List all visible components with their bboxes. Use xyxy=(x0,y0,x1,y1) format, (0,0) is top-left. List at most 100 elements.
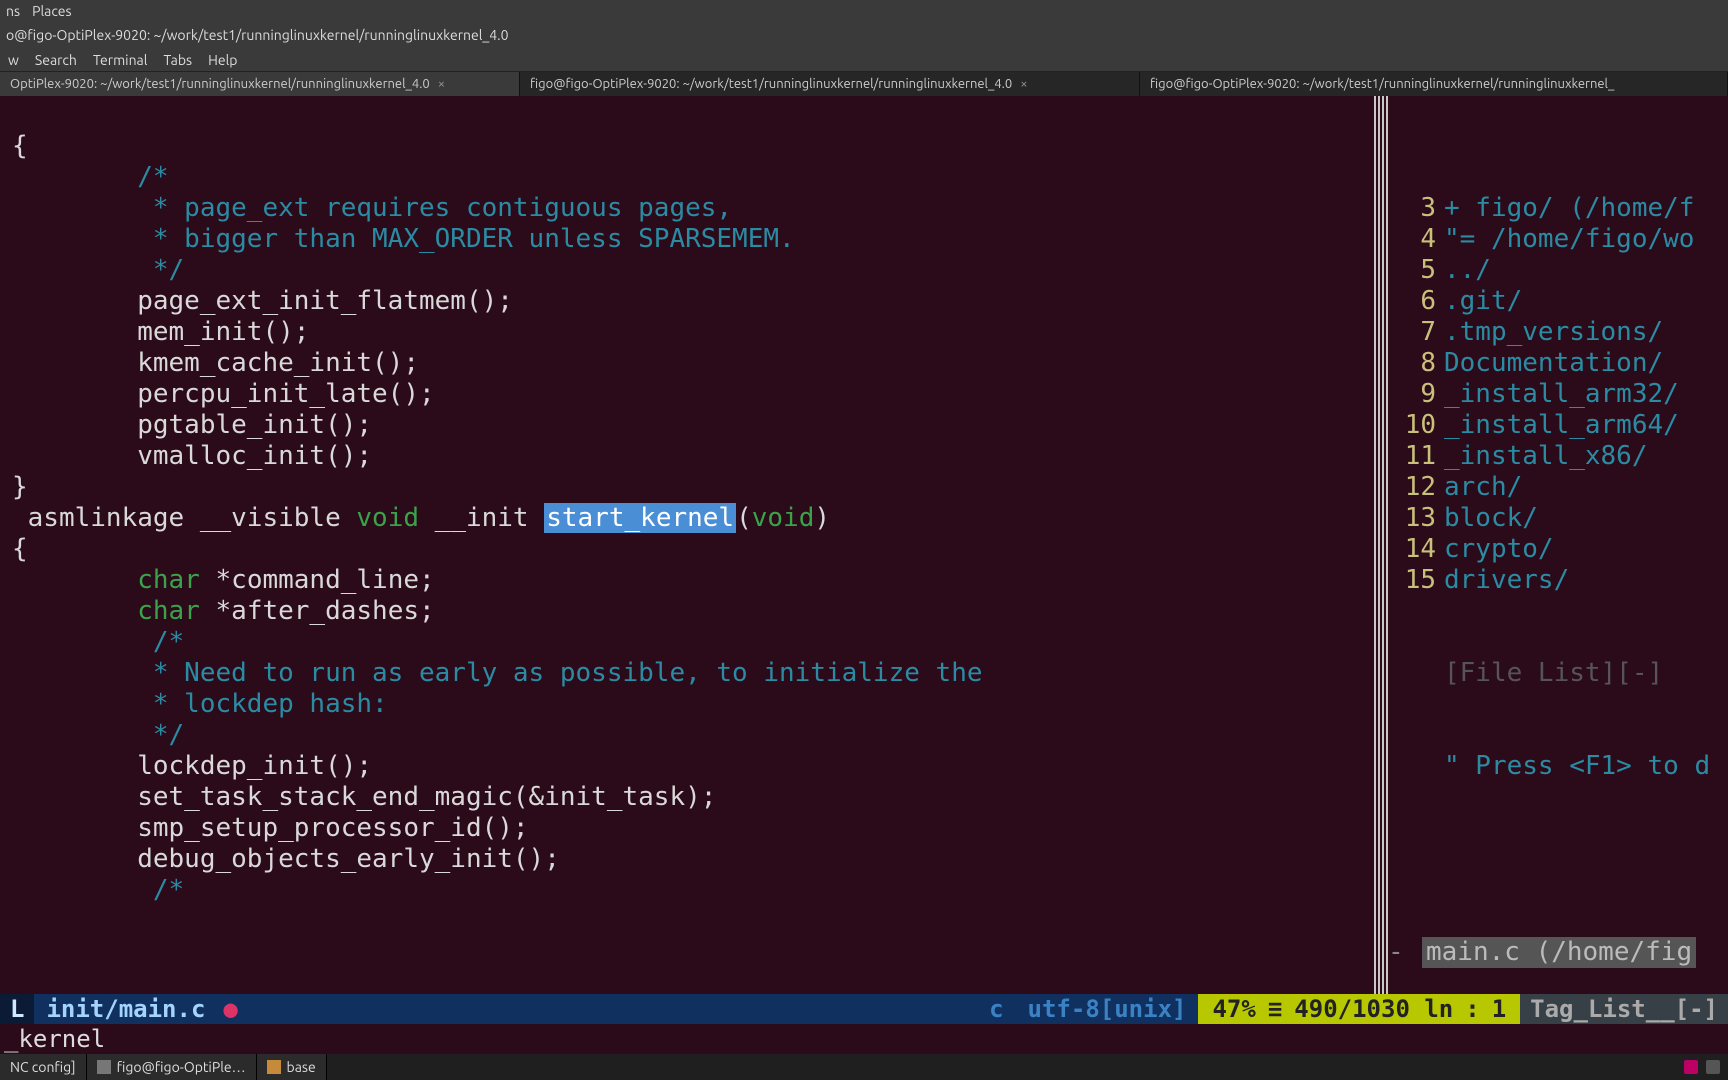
code-line: mem_init(); xyxy=(12,317,309,347)
tag-tree-pipe: - xyxy=(1388,937,1422,968)
panel-menu-places[interactable]: Places xyxy=(32,3,72,19)
terminal-tabbar: OptiPlex-9020: ~/work/test1/runninglinux… xyxy=(0,72,1728,96)
line-num: 11 xyxy=(1388,441,1444,472)
terminal-tab-2[interactable]: figo@figo-OptiPlex-9020: ~/work/test1/ru… xyxy=(520,72,1140,96)
menu-help[interactable]: Help xyxy=(200,52,245,68)
file-tree-item[interactable]: 11_install_x86/ xyxy=(1388,441,1728,472)
tab-close-icon[interactable]: × xyxy=(1020,77,1027,91)
terminal-icon xyxy=(97,1060,111,1074)
tab-close-icon[interactable]: × xyxy=(438,77,445,91)
vim-editor[interactable]: { /* * page_ext requires contiguous page… xyxy=(0,96,1728,994)
file-tree-item[interactable]: 9_install_arm32/ xyxy=(1388,379,1728,410)
code-line: kmem_cache_init(); xyxy=(12,348,419,378)
status-lines: 490/1030 ln xyxy=(1294,995,1453,1023)
tray-icon-1[interactable] xyxy=(1684,1060,1698,1074)
code-keyword: char xyxy=(137,596,200,626)
code-comment: * lockdep hash: xyxy=(12,689,388,719)
status-percent: 47% xyxy=(1212,995,1255,1023)
help-hint: " Press <F1> to d xyxy=(1444,751,1710,782)
code-line: debug_objects_early_init(); xyxy=(12,844,560,874)
file-tree-item[interactable]: 5../ xyxy=(1388,255,1728,286)
file-tree-item[interactable]: 10_install_arm64/ xyxy=(1388,410,1728,441)
status-modified-icon: ● xyxy=(223,995,237,1023)
code-fn-sig: asmlinkage __visible void __init start_k… xyxy=(28,503,830,533)
code-line: { xyxy=(12,131,28,161)
terminal-tab-1[interactable]: OptiPlex-9020: ~/work/test1/runninglinux… xyxy=(0,72,520,96)
line-num: 9 xyxy=(1388,379,1444,410)
panel-menu-apps[interactable]: ns xyxy=(6,3,20,19)
status-mode: L xyxy=(0,994,34,1024)
status-colon: : xyxy=(1465,995,1479,1023)
file-tree-label: .git/ xyxy=(1444,286,1522,317)
taskbar-label: base xyxy=(287,1059,316,1075)
vertical-split-divider[interactable] xyxy=(1374,96,1388,994)
file-tree-label: _install_arm32/ xyxy=(1444,379,1679,410)
file-tree-item[interactable]: 3+ figo/ (/home/f xyxy=(1388,193,1728,224)
file-tree-label: Documentation/ xyxy=(1444,348,1663,379)
file-tree-item[interactable]: 7.tmp_versions/ xyxy=(1388,317,1728,348)
code-comment: */ xyxy=(12,255,184,285)
line-num: 4 xyxy=(1388,224,1444,255)
file-tree-item[interactable]: 6.git/ xyxy=(1388,286,1728,317)
file-tree-item[interactable]: 8Documentation/ xyxy=(1388,348,1728,379)
code-comment: * bigger than MAX_ORDER unless SPARSEMEM… xyxy=(12,224,795,254)
code-line xyxy=(12,503,28,533)
status-encoding: utf-8[unix] xyxy=(1016,995,1199,1023)
menu-terminal[interactable]: Terminal xyxy=(85,52,156,68)
taglist-file-header[interactable]: main.c (/home/fig xyxy=(1422,937,1696,968)
code-comment: */ xyxy=(12,720,184,750)
taskbar-item-1[interactable]: NC config] xyxy=(0,1054,87,1080)
taskbar-item-2[interactable]: figo@figo-OptiPle… xyxy=(87,1054,257,1080)
menu-search[interactable]: Search xyxy=(27,52,85,68)
file-tree-item[interactable]: 14crypto/ xyxy=(1388,534,1728,565)
code-line: { xyxy=(12,534,28,564)
file-tree-item[interactable]: 4"= /home/figo/wo xyxy=(1388,224,1728,255)
status-col: 1 xyxy=(1492,995,1506,1023)
code-line: page_ext_init_flatmem(); xyxy=(12,286,513,316)
code-line: vmalloc_init(); xyxy=(12,441,372,471)
terminal-tab-3[interactable]: figo@figo-OptiPlex-9020: ~/work/test1/ru… xyxy=(1140,72,1728,96)
line-num: 12 xyxy=(1388,472,1444,503)
menu-view[interactable]: w xyxy=(0,52,27,68)
line-num: 13 xyxy=(1388,503,1444,534)
code-comment: /* xyxy=(12,162,169,192)
code-keyword: char xyxy=(137,565,200,595)
code-line xyxy=(12,875,28,905)
code-keyword: void xyxy=(356,503,419,533)
file-tree[interactable]: 3+ figo/ (/home/f4"= /home/figo/wo5../6.… xyxy=(1388,193,1728,596)
menu-tabs[interactable]: Tabs xyxy=(155,52,200,68)
file-tree-label: _install_x86/ xyxy=(1444,441,1648,472)
line-num xyxy=(1388,658,1444,689)
side-pane[interactable]: 3+ figo/ (/home/f4"= /home/figo/wo5../6.… xyxy=(1388,96,1728,994)
code-token: *command_line; xyxy=(200,565,435,595)
window-titlebar: o@figo-OptiPlex-9020: ~/work/test1/runni… xyxy=(0,22,1728,48)
code-line: pgtable_init(); xyxy=(12,410,372,440)
command-text: _kernel xyxy=(4,1025,105,1053)
file-tree-item[interactable]: 13block/ xyxy=(1388,503,1728,534)
file-tree-item[interactable]: 12arch/ xyxy=(1388,472,1728,503)
file-tree-item[interactable]: 15drivers/ xyxy=(1388,565,1728,596)
code-pane[interactable]: { /* * page_ext requires contiguous page… xyxy=(0,96,1374,994)
code-token: ( xyxy=(736,503,752,533)
code-token: __init xyxy=(419,503,544,533)
taskbar-label: figo@figo-OptiPle… xyxy=(117,1059,246,1075)
line-num: 10 xyxy=(1388,410,1444,441)
tab-label: figo@figo-OptiPlex-9020: ~/work/test1/ru… xyxy=(1150,77,1614,91)
code-line: char *command_line; xyxy=(12,565,435,595)
code-comment: /* xyxy=(28,627,185,657)
code-comment: * Need to run as early as possible, to i… xyxy=(12,658,983,688)
terminal-menubar: w Search Terminal Tabs Help xyxy=(0,48,1728,72)
code-token: *after_dashes; xyxy=(200,596,435,626)
file-tree-label: .tmp_versions/ xyxy=(1444,317,1663,348)
code-comment: /* xyxy=(28,875,185,905)
gnome-top-panel: ns Places xyxy=(0,0,1728,22)
code-keyword: void xyxy=(752,503,815,533)
tray-icon-2[interactable] xyxy=(1706,1060,1720,1074)
file-tree-label: block/ xyxy=(1444,503,1538,534)
line-num: 3 xyxy=(1388,193,1444,224)
taskbar-item-3[interactable]: base xyxy=(257,1054,327,1080)
vim-command-line[interactable]: _kernel xyxy=(0,1024,1728,1054)
line-num xyxy=(1388,751,1444,782)
line-num: 15 xyxy=(1388,565,1444,596)
line-num: 14 xyxy=(1388,534,1444,565)
